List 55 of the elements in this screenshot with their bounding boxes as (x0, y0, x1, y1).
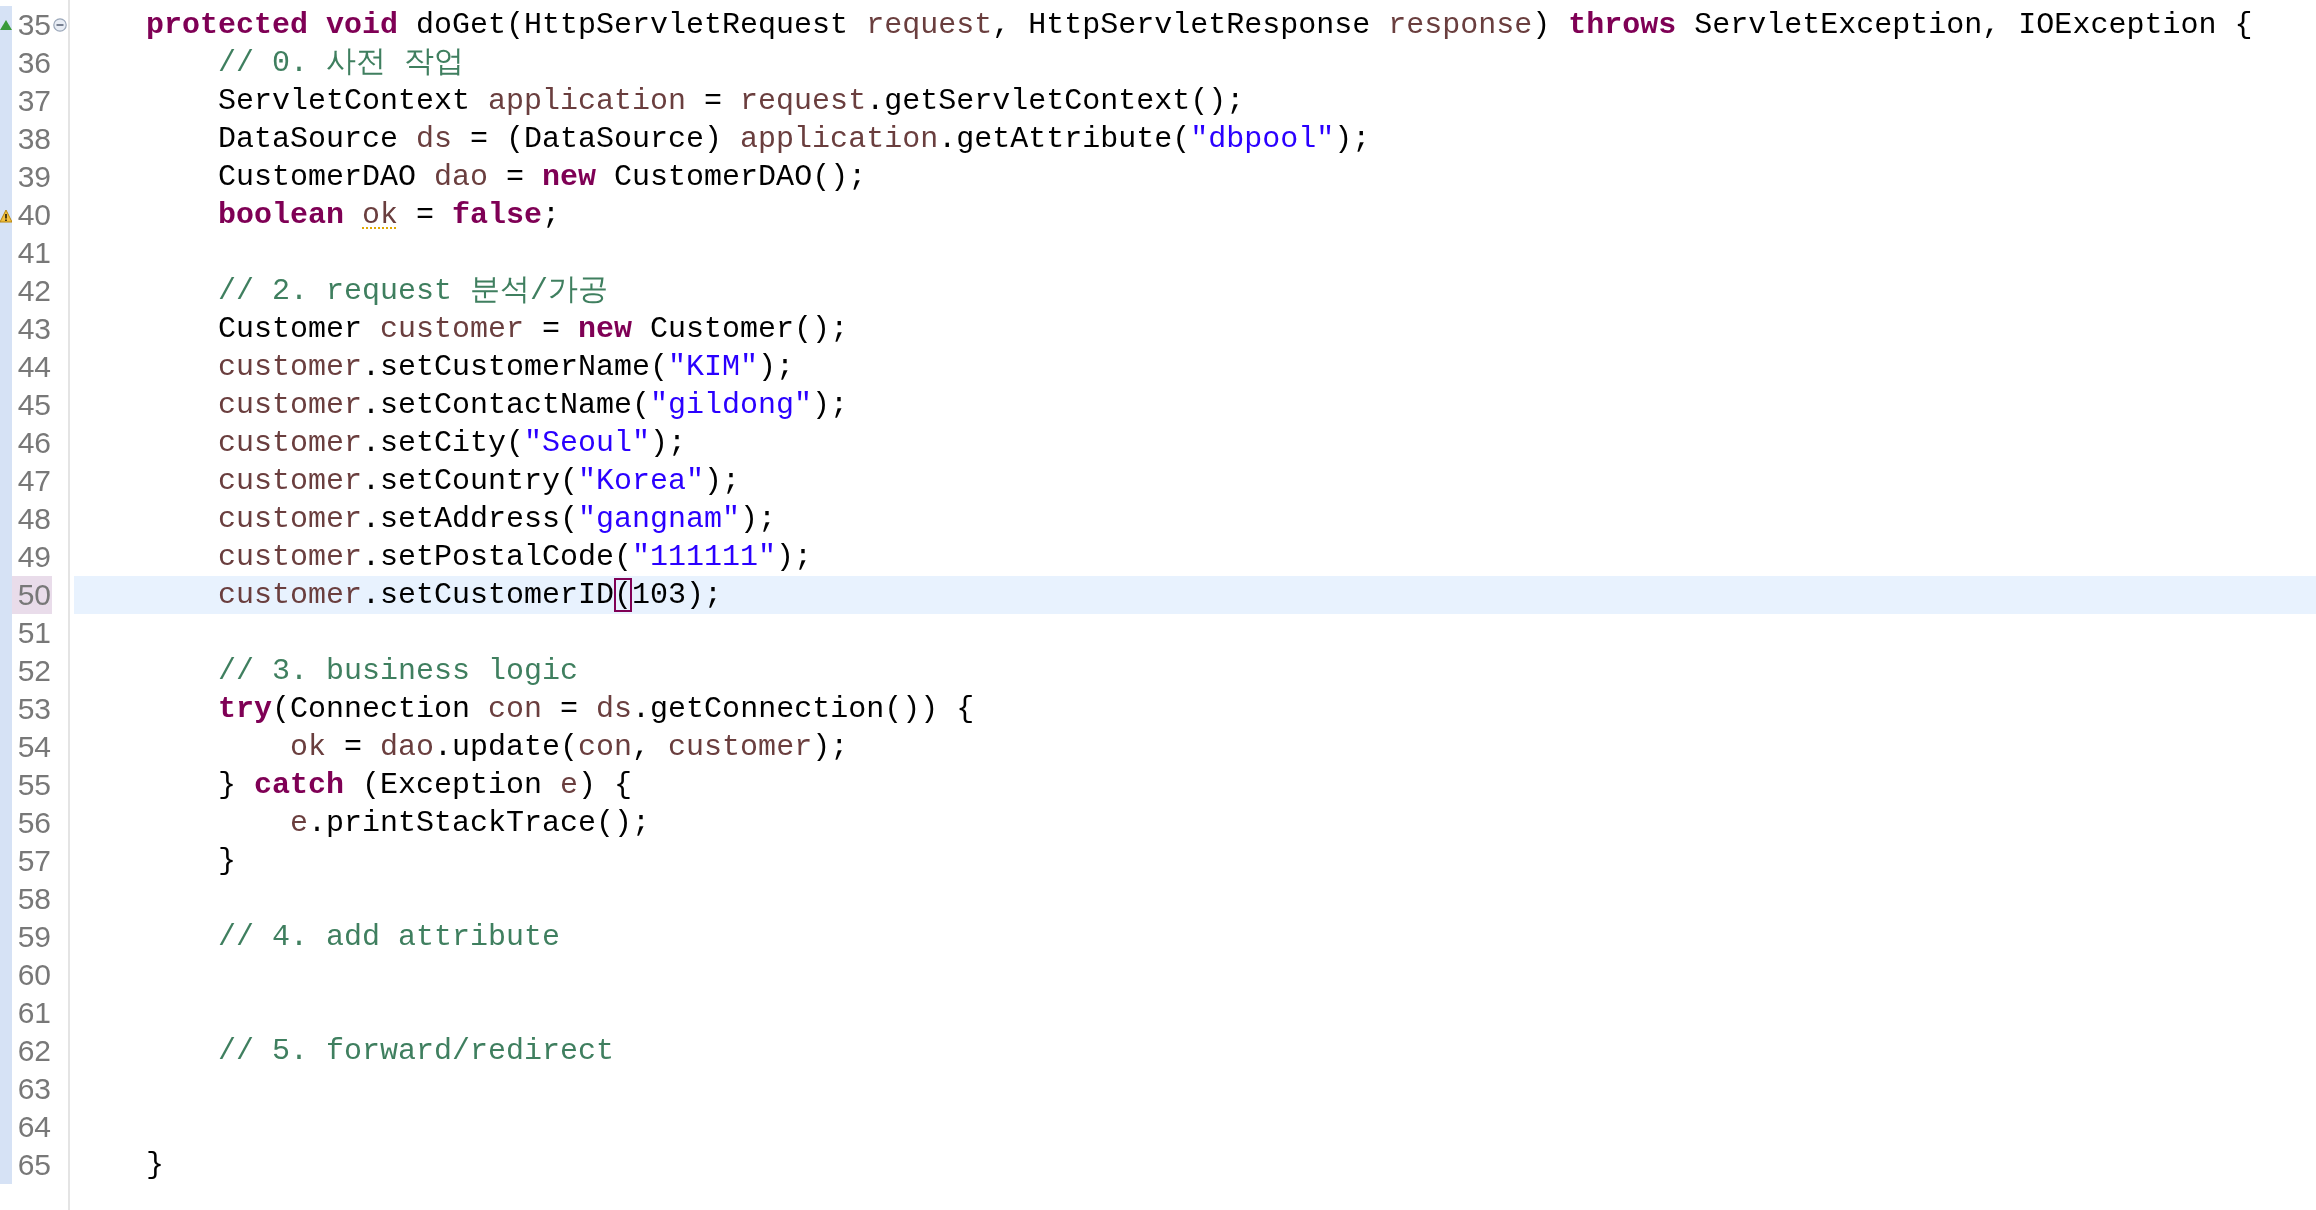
line-number: 46 (16, 425, 52, 461)
line-number: 51 (16, 615, 52, 651)
line-number: 35 (16, 7, 52, 43)
code-line: boolean ok = false; (218, 197, 561, 234)
code-line: ok = dao.update(con, customer); (290, 729, 849, 766)
line-number: 37 (16, 83, 52, 119)
code-line: e.printStackTrace(); (290, 805, 651, 842)
line-number: 62 (16, 1033, 52, 1069)
code-line: customer.setCity("Seoul"); (218, 425, 687, 462)
line-number: 63 (16, 1071, 52, 1107)
code-line: protected void doGet(HttpServletRequest request, HttpServletResponse response) throws ServletException, IOException { (146, 7, 2253, 44)
line-number: 61 (16, 995, 52, 1031)
line-number: 36 (16, 45, 52, 81)
line-number: 39 (16, 159, 52, 195)
code-line: customer.setCountry("Korea"); (218, 463, 741, 500)
line-number: 65 (16, 1147, 52, 1183)
line-number: 40 (16, 197, 52, 233)
line-number: 53 (16, 691, 52, 727)
code-line: // 3. business logic (218, 653, 579, 690)
code-line: customer.setAddress("gangnam"); (218, 501, 777, 538)
line-number: 44 (16, 349, 52, 385)
line-number: 57 (16, 843, 52, 879)
code-line: customer.setContactName("gildong"); (218, 387, 849, 424)
line-number: 43 (16, 311, 52, 347)
line-number: 58 (16, 881, 52, 917)
code-line: DataSource ds = (DataSource) application.getAttribute("dbpool"); (218, 121, 1371, 158)
code-line: try(Connection con = ds.getConnection()) { (218, 691, 975, 728)
code-line: customer.setCustomerName("KIM"); (218, 349, 795, 386)
code-line: CustomerDAO dao = new CustomerDAO(); (218, 159, 867, 196)
code-line: ServletContext application = request.getServletContext(); (218, 83, 1245, 120)
line-number: 38 (16, 121, 52, 157)
line-number: 64 (16, 1109, 52, 1145)
code-line: } catch (Exception e) { (218, 767, 633, 804)
line-number: 49 (16, 539, 52, 575)
code-line: // 4. add attribute (218, 919, 561, 956)
code-line: // 2. request 분석/가공 (218, 273, 609, 310)
line-number: 45 (16, 387, 52, 423)
code-line: } (218, 843, 236, 880)
code-line: customer.setCustomerID(103); (218, 577, 723, 614)
line-number: 41 (16, 235, 52, 271)
line-number: 52 (16, 653, 52, 689)
line-number: 56 (16, 805, 52, 841)
code-line: } (146, 1147, 164, 1184)
line-number: 59 (16, 919, 52, 955)
line-number: 60 (16, 957, 52, 993)
line-number: 55 (16, 767, 52, 803)
line-number: 47 (16, 463, 52, 499)
code-line: customer.setPostalCode("111111"); (218, 539, 813, 576)
line-number: 54 (16, 729, 52, 765)
code-line: // 0. 사전 작업 (218, 45, 465, 82)
line-number: 48 (16, 501, 52, 537)
line-number: 42 (16, 273, 52, 309)
code-line: // 5. forward/redirect (218, 1033, 615, 1070)
code-line: Customer customer = new Customer(); (218, 311, 849, 348)
line-number: 50 (12, 576, 52, 614)
